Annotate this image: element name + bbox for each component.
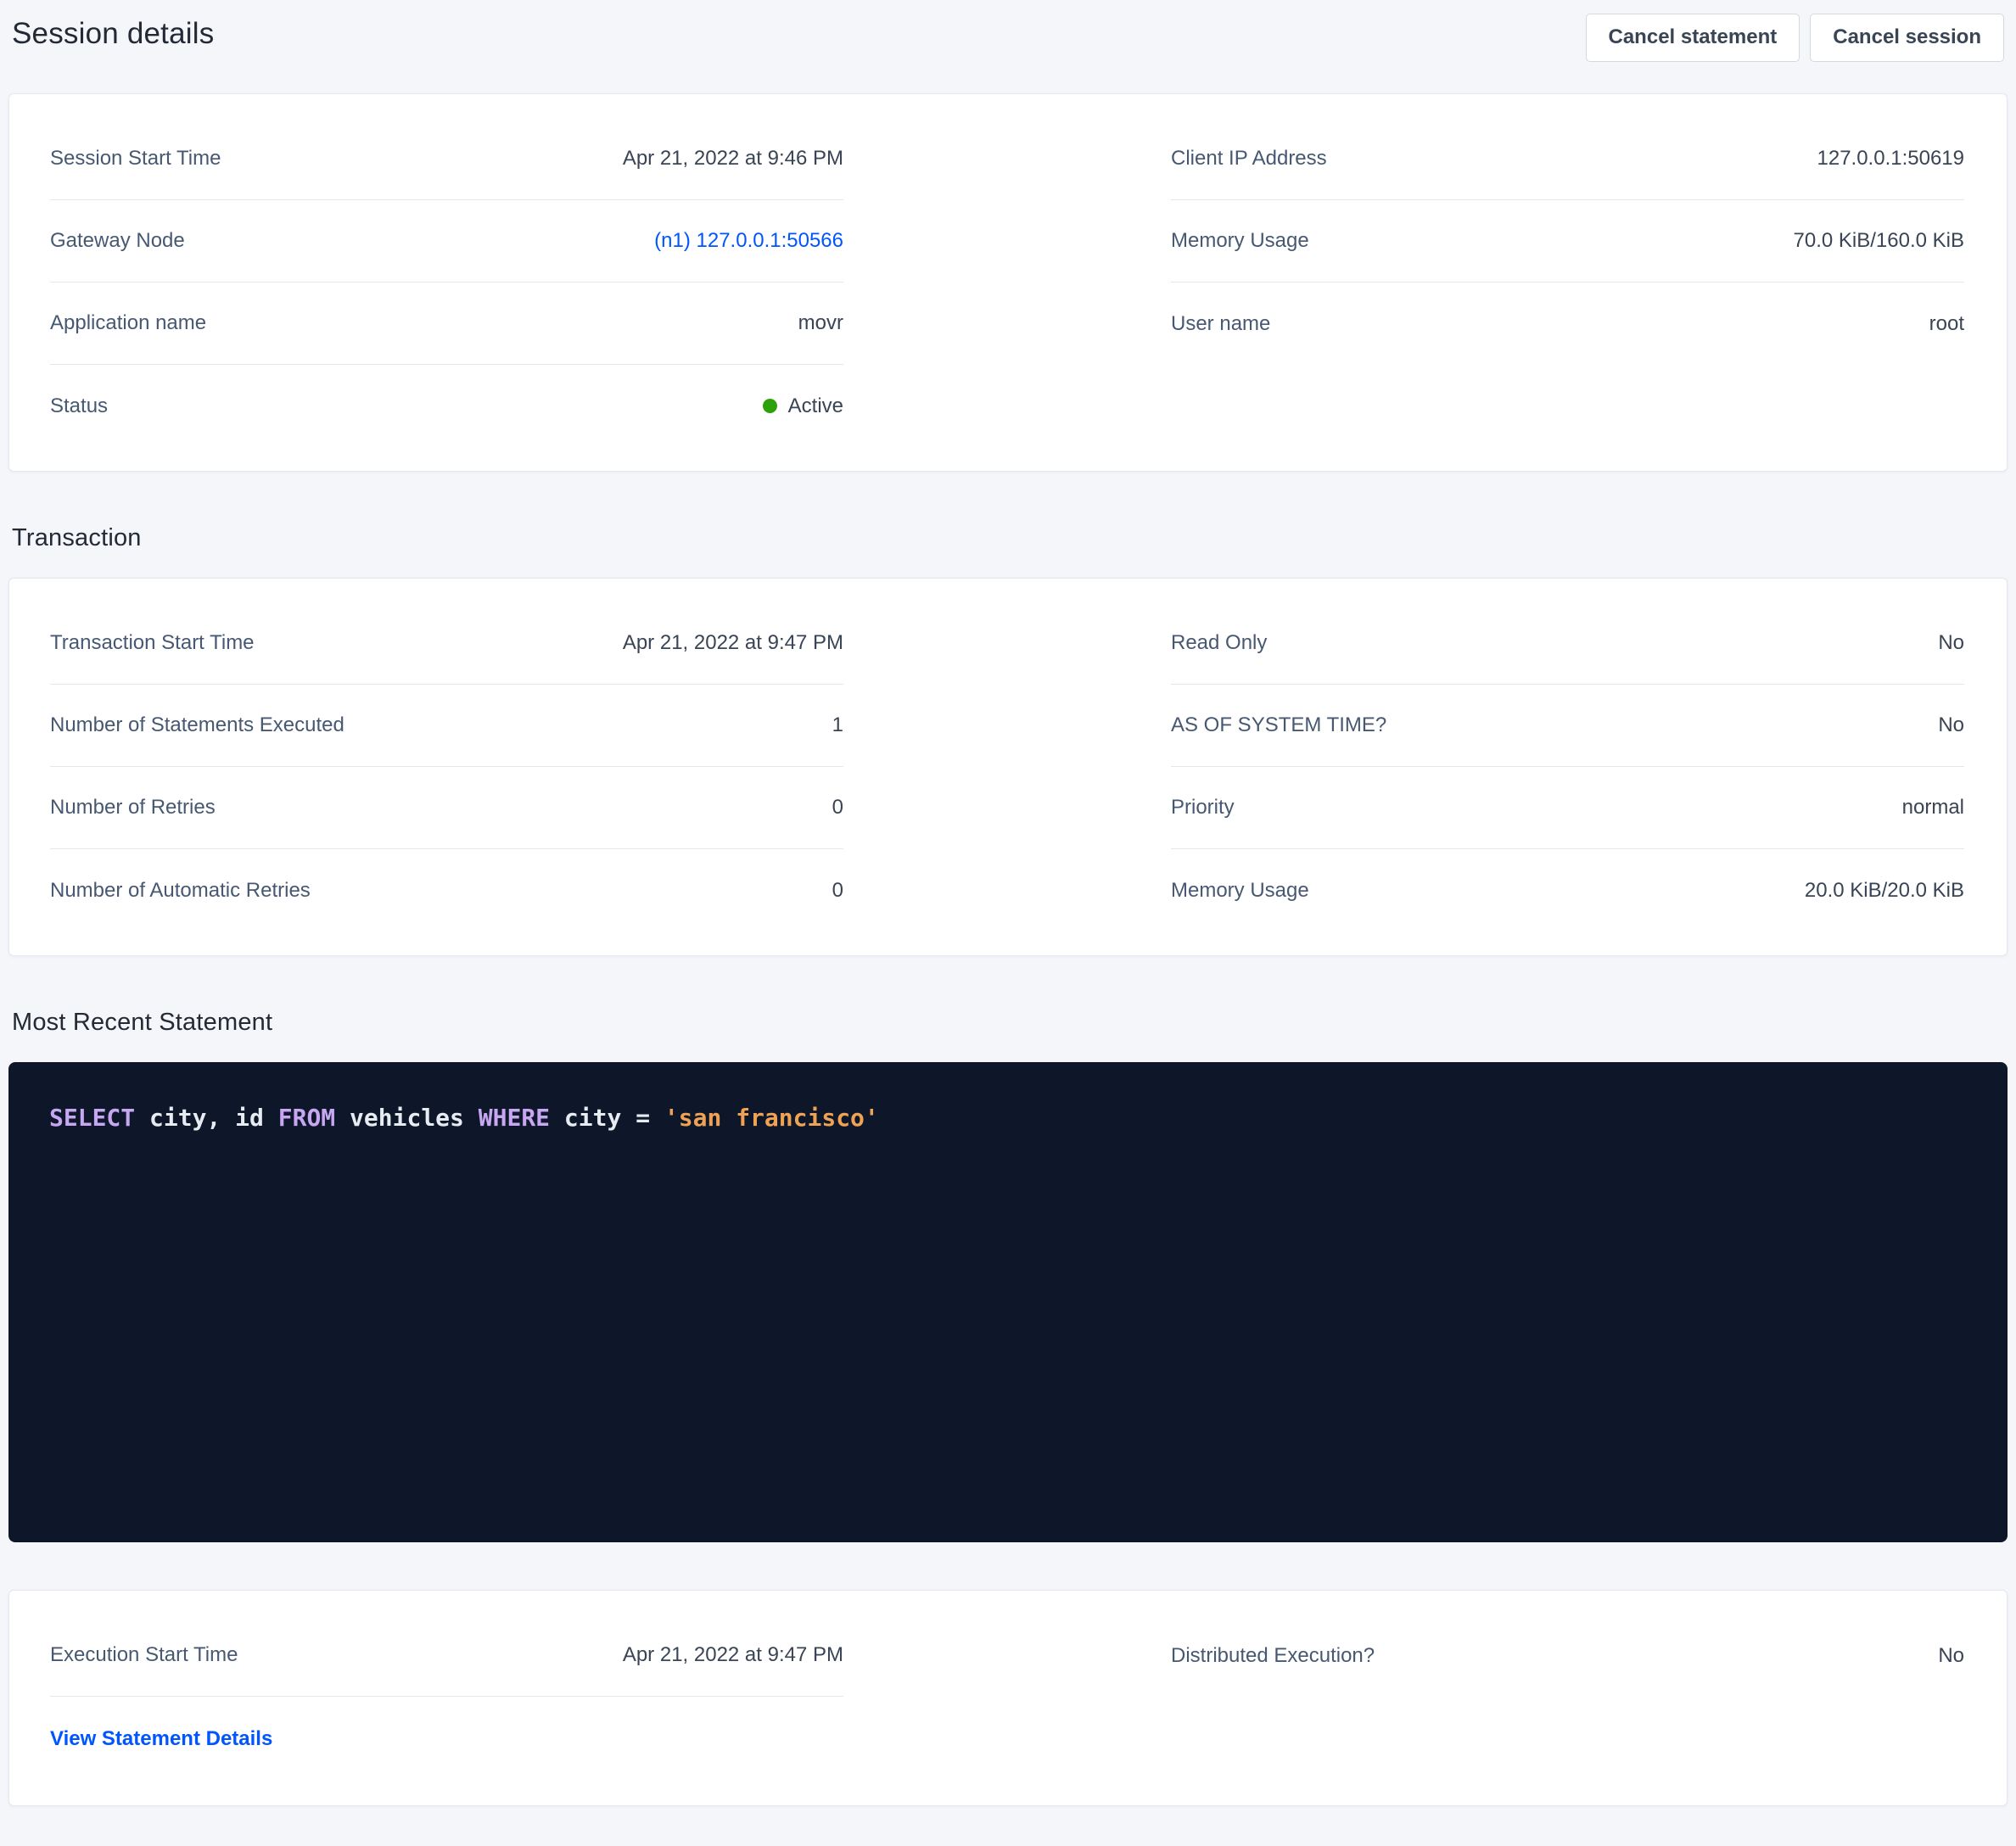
sql-token-keyword: SELECT bbox=[49, 1104, 135, 1132]
sql-token-plain: city, id bbox=[135, 1104, 278, 1132]
row-label: Gateway Node bbox=[50, 229, 185, 253]
row-label: Execution Start Time bbox=[50, 1643, 238, 1667]
priority-row: Priority normal bbox=[1171, 767, 1964, 849]
status-active-dot-icon bbox=[763, 399, 777, 413]
status-badge: Active bbox=[788, 394, 843, 418]
row-label: AS OF SYSTEM TIME? bbox=[1171, 713, 1386, 737]
transaction-start-time-row: Transaction Start Time Apr 21, 2022 at 9… bbox=[50, 602, 843, 685]
row-label: Memory Usage bbox=[1171, 229, 1309, 253]
row-value: Apr 21, 2022 at 9:46 PM bbox=[623, 147, 843, 171]
status-row: Status Active bbox=[50, 365, 843, 447]
row-value: 70.0 KiB/160.0 KiB bbox=[1794, 229, 1964, 253]
row-label: Number of Statements Executed bbox=[50, 713, 344, 737]
row-label: Session Start Time bbox=[50, 147, 221, 171]
execution-card: Execution Start Time Apr 21, 2022 at 9:4… bbox=[8, 1590, 2008, 1806]
cancel-statement-button[interactable]: Cancel statement bbox=[1586, 14, 1800, 62]
execution-card-body: Execution Start Time Apr 21, 2022 at 9:4… bbox=[9, 1591, 2007, 1805]
row-value: Apr 21, 2022 at 9:47 PM bbox=[623, 631, 843, 655]
distributed-execution-row: Distributed Execution? No bbox=[1171, 1614, 1964, 1697]
execution-start-time-row: Execution Start Time Apr 21, 2022 at 9:4… bbox=[50, 1614, 843, 1697]
cancel-session-button[interactable]: Cancel session bbox=[1810, 14, 2004, 62]
row-label: Application name bbox=[50, 311, 206, 335]
number-of-retries-row: Number of Retries 0 bbox=[50, 767, 843, 849]
session-card-left-column: Session Start Time Apr 21, 2022 at 9:46 … bbox=[50, 118, 843, 447]
automatic-retries-row: Number of Automatic Retries 0 bbox=[50, 849, 843, 931]
row-label: Distributed Execution? bbox=[1171, 1644, 1375, 1668]
sql-code-block: SELECT city, id FROM vehicles WHERE city… bbox=[8, 1062, 2008, 1542]
row-value: 127.0.0.1:50619 bbox=[1817, 147, 1965, 171]
row-label: User name bbox=[1171, 312, 1270, 336]
session-details-card: Session Start Time Apr 21, 2022 at 9:46 … bbox=[8, 93, 2008, 472]
row-label: Transaction Start Time bbox=[50, 631, 255, 655]
row-label: Read Only bbox=[1171, 631, 1267, 655]
row-value: No bbox=[1938, 713, 1964, 737]
user-name-row: User name root bbox=[1171, 282, 1964, 365]
gateway-node-row: Gateway Node (n1) 127.0.0.1:50566 bbox=[50, 200, 843, 282]
transaction-memory-usage-row: Memory Usage 20.0 KiB/20.0 KiB bbox=[1171, 849, 1964, 931]
statements-executed-row: Number of Statements Executed 1 bbox=[50, 685, 843, 767]
application-name-row: Application name movr bbox=[50, 282, 843, 365]
row-value: 0 bbox=[832, 879, 843, 903]
row-label: Status bbox=[50, 394, 108, 418]
row-value: Apr 21, 2022 at 9:47 PM bbox=[623, 1643, 843, 1667]
row-value: 20.0 KiB/20.0 KiB bbox=[1805, 879, 1964, 903]
sql-token-keyword: FROM bbox=[278, 1104, 335, 1132]
as-of-system-time-row: AS OF SYSTEM TIME? No bbox=[1171, 685, 1964, 767]
row-value: normal bbox=[1902, 796, 1964, 820]
row-value: movr bbox=[798, 311, 843, 335]
row-label: Number of Retries bbox=[50, 796, 216, 820]
transaction-card: Transaction Start Time Apr 21, 2022 at 9… bbox=[8, 578, 2008, 956]
memory-usage-row: Memory Usage 70.0 KiB/160.0 KiB bbox=[1171, 200, 1964, 282]
row-value: root bbox=[1929, 312, 1964, 336]
sql-token-plain: city = bbox=[550, 1104, 664, 1132]
session-card-body: Session Start Time Apr 21, 2022 at 9:46 … bbox=[9, 94, 2007, 471]
execution-right-column: Distributed Execution? No bbox=[1171, 1614, 1964, 1782]
row-value: 0 bbox=[832, 796, 843, 820]
row-label: Number of Automatic Retries bbox=[50, 879, 311, 903]
most-recent-statement-heading: Most Recent Statement bbox=[12, 1009, 2016, 1037]
transaction-heading: Transaction bbox=[12, 524, 2016, 552]
session-card-right-column: Client IP Address 127.0.0.1:50619 Memory… bbox=[1171, 118, 1964, 447]
row-label: Client IP Address bbox=[1171, 147, 1327, 171]
view-statement-details-link[interactable]: View Statement Details bbox=[50, 1727, 272, 1751]
view-statement-details-row: View Statement Details bbox=[50, 1697, 843, 1782]
row-label: Priority bbox=[1171, 796, 1235, 820]
session-start-time-row: Session Start Time Apr 21, 2022 at 9:46 … bbox=[50, 118, 843, 200]
execution-left-column: Execution Start Time Apr 21, 2022 at 9:4… bbox=[50, 1614, 843, 1782]
page-header: Session details Cancel statement Cancel … bbox=[0, 0, 2016, 93]
sql-token-string: 'san francisco' bbox=[664, 1104, 879, 1132]
row-label: Memory Usage bbox=[1171, 879, 1309, 903]
sql-token-keyword: WHERE bbox=[479, 1104, 550, 1132]
status-cell: Active bbox=[763, 394, 843, 418]
client-ip-row: Client IP Address 127.0.0.1:50619 bbox=[1171, 118, 1964, 200]
row-value: 1 bbox=[832, 713, 843, 737]
transaction-card-body: Transaction Start Time Apr 21, 2022 at 9… bbox=[9, 579, 2007, 955]
row-value: No bbox=[1938, 1644, 1964, 1668]
transaction-right-column: Read Only No AS OF SYSTEM TIME? No Prior… bbox=[1171, 602, 1964, 931]
row-value: No bbox=[1938, 631, 1964, 655]
header-buttons: Cancel statement Cancel session bbox=[1586, 14, 2005, 62]
transaction-left-column: Transaction Start Time Apr 21, 2022 at 9… bbox=[50, 602, 843, 931]
gateway-node-link[interactable]: (n1) 127.0.0.1:50566 bbox=[654, 229, 843, 253]
page-title: Session details bbox=[12, 17, 214, 51]
sql-token-plain: vehicles bbox=[335, 1104, 479, 1132]
read-only-row: Read Only No bbox=[1171, 602, 1964, 685]
